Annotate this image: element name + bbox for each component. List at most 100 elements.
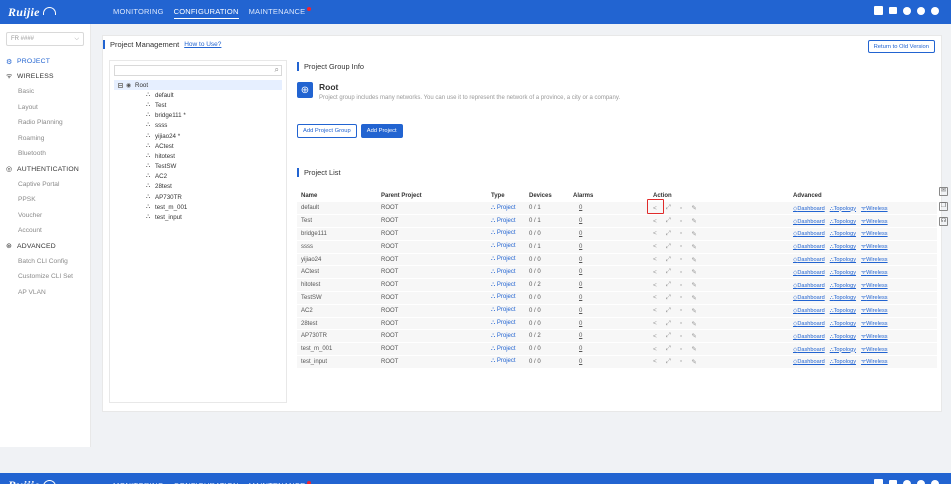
table-row[interactable]: bridge111 ROOT ⛬ Project 0 / 0 0 < ⤢ ▫ ✎ ◇Dashboa… (297, 227, 937, 241)
sidebar-item-roaming[interactable]: Roaming (0, 131, 90, 147)
edit-icon[interactable]: ✎ (691, 230, 696, 238)
sidebar-item-batch-cli[interactable]: Batch CLI Config (0, 254, 90, 270)
sidebar-item-customize-cli[interactable]: Customize CLI Set (0, 269, 90, 285)
dashboard-link[interactable]: ◇Dashboard (793, 219, 825, 225)
share-icon[interactable]: < (653, 282, 657, 289)
nav-monitoring[interactable]: MONITORING (113, 5, 164, 19)
add-project-group-button[interactable]: Add Project Group (297, 124, 357, 138)
edit-icon[interactable]: ✎ (691, 204, 696, 212)
tree-node-project[interactable]: ⛬ bridge111 * (110, 111, 286, 121)
row-alarms[interactable]: 0 (569, 240, 613, 254)
topology-link[interactable]: ⛬Topology (830, 308, 856, 314)
wireless-link[interactable]: ᯤWireless (861, 308, 888, 314)
topology-link[interactable]: ⛬Topology (830, 295, 856, 301)
row-alarms[interactable]: 0 (569, 227, 613, 241)
topology-link[interactable]: ⛬Topology (830, 219, 856, 225)
wireless-link[interactable]: ᯤWireless (861, 206, 888, 212)
headset-icon[interactable]: ☊ (939, 217, 948, 226)
row-type[interactable]: ⛬ Project (459, 227, 525, 241)
delete-icon[interactable]: ▫ (680, 230, 682, 237)
row-type[interactable]: ⛬ Project (459, 265, 525, 280)
delete-icon[interactable]: ▫ (680, 346, 682, 353)
tree-node-project[interactable]: ⛬ AC2 (110, 172, 286, 182)
wireless-link[interactable]: ᯤWireless (861, 231, 888, 237)
how-to-use-link[interactable]: How to Use? (184, 41, 221, 48)
move-icon[interactable]: ⤢ (666, 332, 671, 340)
row-type[interactable]: ⛬ Project (459, 317, 525, 331)
table-row[interactable]: default ROOT ⛬ Project 0 / 1 0 < ⤢ ▫ ✎ ◇Dashboard… (297, 199, 937, 216)
sidebar-section-authentication[interactable]: ◎ AUTHENTICATION (0, 162, 90, 177)
table-row[interactable]: test_m_001 ROOT ⛬ Project 0 / 0 0 < ⤢ ▫ ✎ ◇Dashbo… (297, 342, 937, 357)
topology-link[interactable]: ⛬Topology (830, 257, 856, 263)
tree-node-project[interactable]: ⛬ AP730TR (110, 192, 286, 202)
sidebar-section-wireless[interactable]: ᯤ WIRELESS (0, 69, 90, 84)
mail-icon[interactable]: ✉ (939, 187, 948, 196)
delete-icon[interactable]: ▫ (680, 307, 682, 314)
table-row[interactable]: yijiao24 ROOT ⛬ Project 0 / 0 0 < ⤢ ▫ ✎ ◇Dashboar… (297, 253, 937, 267)
share-icon[interactable]: < (653, 307, 657, 314)
delete-icon[interactable]: ▫ (680, 205, 682, 212)
row-type[interactable]: ⛬ Project (459, 278, 525, 293)
move-icon[interactable]: ⤢ (666, 294, 671, 302)
row-alarms[interactable]: 0 (569, 291, 613, 305)
move-icon[interactable]: ⤢ (666, 204, 671, 212)
row-type[interactable]: ⛬ Project (459, 253, 525, 267)
move-icon[interactable]: ⤢ (666, 307, 671, 315)
col-alarms[interactable]: Alarms (569, 190, 613, 202)
nav-configuration[interactable]: CONFIGURATION (173, 5, 239, 19)
dashboard-link[interactable]: ◇Dashboard (793, 244, 825, 250)
sidebar-item-voucher[interactable]: Voucher (0, 208, 90, 224)
row-alarms[interactable]: 0 (569, 304, 613, 318)
tree-search-input[interactable]: ⌕ (114, 65, 282, 76)
dashboard-link[interactable]: ◇Dashboard (793, 308, 825, 314)
edit-icon[interactable]: ✎ (691, 345, 696, 353)
topology-link[interactable]: ⛬Topology (830, 270, 856, 276)
delete-icon[interactable]: ▫ (680, 333, 682, 340)
edit-icon[interactable]: ✎ (691, 243, 696, 251)
move-icon[interactable]: ⤢ (666, 256, 671, 264)
topology-link[interactable]: ⛬Topology (830, 347, 856, 353)
nav-maintenance[interactable]: MAINTENANCE (249, 5, 312, 19)
dashboard-link[interactable]: ◇Dashboard (793, 334, 825, 340)
wireless-link[interactable]: ᯤWireless (861, 321, 888, 327)
sidebar-item-bluetooth[interactable]: Bluetooth (0, 146, 90, 162)
tree-node-project[interactable]: ⛬ Test (110, 100, 286, 110)
tree-node-project[interactable]: ⛬ TestSW (110, 162, 286, 172)
col-name[interactable]: Name (297, 190, 371, 202)
tree-node-project[interactable]: ⛬ ssss (110, 121, 286, 131)
share-icon[interactable]: < (653, 346, 657, 353)
dashboard-link[interactable]: ◇Dashboard (793, 283, 825, 289)
table-row[interactable]: 28test ROOT ⛬ Project 0 / 0 0 < ⤢ ▫ ✎ ◇Dashboard ⛬… (297, 317, 937, 331)
topology-link[interactable]: ⛬Topology (830, 231, 856, 237)
dashboard-link[interactable]: ◇Dashboard (793, 206, 825, 212)
edit-icon[interactable]: ✎ (691, 281, 696, 289)
message-icon[interactable] (889, 7, 897, 14)
row-alarms[interactable]: 0 (569, 355, 613, 369)
collapse-icon[interactable] (118, 82, 123, 88)
delete-icon[interactable]: ▫ (680, 243, 682, 250)
row-type[interactable]: ⛬ Project (459, 304, 525, 318)
share-icon[interactable]: < (653, 269, 657, 276)
row-type[interactable]: ⛬ Project (459, 202, 525, 216)
edit-icon[interactable]: ✎ (691, 358, 696, 366)
copy-icon[interactable]: ❐ (939, 202, 948, 211)
sidebar-item-basic[interactable]: Basic (0, 84, 90, 100)
move-icon[interactable]: ⤢ (666, 281, 671, 289)
wireless-link[interactable]: ᯤWireless (861, 359, 888, 365)
row-alarms[interactable]: 0 (569, 342, 613, 357)
tree-node-project[interactable]: ⛬ yijiao24 * (110, 131, 286, 141)
dashboard-link[interactable]: ◇Dashboard (793, 270, 825, 276)
row-alarms[interactable]: 0 (569, 278, 613, 293)
user-icon[interactable] (931, 6, 939, 15)
table-row[interactable]: test_input ROOT ⛬ Project 0 / 0 0 < ⤢ ▫ ✎ ◇Dashbo… (297, 355, 937, 369)
table-row[interactable]: hitotest ROOT ⛬ Project 0 / 2 0 < ⤢ ▫ ✎ ◇Dashboar… (297, 278, 937, 293)
row-type[interactable]: ⛬ Project (459, 291, 525, 305)
edit-icon[interactable]: ✎ (691, 294, 696, 302)
sidebar-item-ap-vlan[interactable]: AP VLAN (0, 285, 90, 301)
share-icon[interactable]: < (653, 358, 657, 365)
wireless-link[interactable]: ᯤWireless (861, 295, 888, 301)
share-icon[interactable]: < (653, 230, 657, 237)
wireless-link[interactable]: ᯤWireless (861, 219, 888, 225)
col-devices[interactable]: Devices (525, 190, 569, 202)
dashboard-link[interactable]: ◇Dashboard (793, 257, 825, 263)
